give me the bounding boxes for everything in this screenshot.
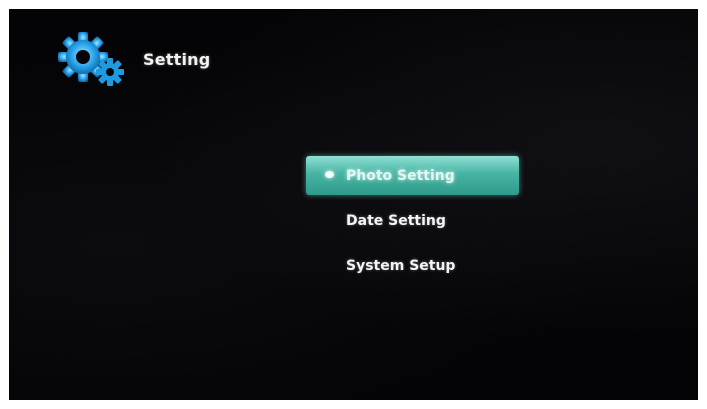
menu-item-date-setting[interactable]: Date Setting	[306, 201, 519, 240]
menu-item-system-setup[interactable]: System Setup	[306, 246, 519, 285]
menu-item-label: Date Setting	[346, 212, 446, 229]
small-gear-icon	[96, 58, 124, 86]
page-header: Setting	[57, 29, 210, 89]
settings-menu: Photo Setting Date Setting System Setup	[306, 156, 519, 291]
settings-gears-icon	[57, 29, 127, 89]
menu-item-label: Photo Setting	[346, 167, 455, 184]
photo-frame: Setting Photo Setting Date Setting Syste…	[0, 0, 707, 409]
page-title: Setting	[143, 49, 211, 69]
menu-item-photo-setting[interactable]: Photo Setting	[306, 156, 519, 195]
menu-item-label: System Setup	[346, 257, 456, 274]
selection-bullet-icon	[325, 171, 334, 178]
tv-screen: Setting Photo Setting Date Setting Syste…	[9, 9, 698, 400]
